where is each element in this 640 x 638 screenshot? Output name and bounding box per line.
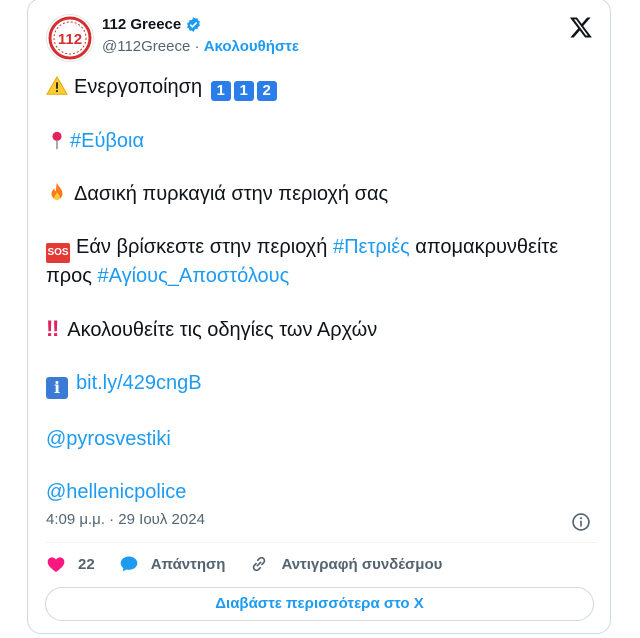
info-circle-icon[interactable] xyxy=(571,512,591,532)
link-icon xyxy=(253,556,266,572)
like-count: 22 xyxy=(78,555,95,573)
follow-button[interactable]: Ακολουθήστε xyxy=(204,38,299,55)
copy-link-label: Αντιγραφή συνδέσμου xyxy=(281,555,443,573)
like-button[interactable]: 22 xyxy=(46,554,95,574)
heart-icon xyxy=(47,557,65,572)
reply-label: Απάντηση xyxy=(150,555,226,573)
handle-row: @112Greece · Ακολουθήστε xyxy=(102,38,299,55)
account-handle[interactable]: @112Greece xyxy=(102,38,190,55)
x-logo-icon[interactable] xyxy=(569,15,593,39)
reply-bubble-icon xyxy=(120,556,138,572)
mention-hellenicpolice[interactable]: @hellenicpolice xyxy=(46,481,186,503)
keycap-2: 2 xyxy=(256,81,277,101)
account-name[interactable]: 112 Greece xyxy=(102,16,181,33)
double-exclamation-icon: ‼ xyxy=(46,316,60,341)
tweet-timestamp[interactable]: 4:09 μ.μ. · 29 Ιουλ 2024 xyxy=(46,511,205,528)
mention-pyrosvestiki[interactable]: @pyrosvestiki xyxy=(46,428,171,450)
tweet-line-evacuation: SOS Εάν βρίσκεστε στην περιοχή #Πετριές α… xyxy=(46,234,602,289)
hashtag-petries[interactable]: #Πετριές xyxy=(333,236,410,258)
sos-icon: SOS xyxy=(46,243,70,263)
keycap-1b: 1 xyxy=(233,81,254,101)
handle-separator: · xyxy=(190,38,204,55)
fire-text: Δασική πυρκαγιά στην περιοχή σας xyxy=(74,183,389,205)
keycap-1a: 1 xyxy=(210,81,231,101)
tweet-line-activation: Ενεργοποίηση 112 xyxy=(46,74,602,101)
tweet-body: Ενεργοποίηση 112 #Εύβοια Δασική πυρκαγιά… xyxy=(46,74,602,532)
reply-button[interactable]: Απάντηση xyxy=(119,554,226,574)
evacuation-text-a: Εάν βρίσκεστε στην περιοχή xyxy=(76,236,333,258)
verified-badge-icon xyxy=(187,17,201,32)
copy-link-button[interactable]: Αντιγραφή συνδέσμου xyxy=(249,554,442,574)
tweet-line-mention1: @pyrosvestiki xyxy=(46,426,602,452)
tweet-line-instructions: ‼ Ακολουθείτε τις οδηγίες των Αρχών xyxy=(46,316,602,343)
action-bar: 22 Απάντηση Αντιγραφή συνδέσμου xyxy=(46,554,442,574)
read-more-button[interactable]: Διαβάστε περισσότερα στο X xyxy=(45,587,594,621)
avatar[interactable]: 112 xyxy=(46,14,94,62)
hashtag-evia[interactable]: #Εύβοια xyxy=(70,130,144,152)
information-icon: i xyxy=(46,377,68,399)
activation-text: Ενεργοποίηση xyxy=(74,76,203,98)
tweet-line-link: i bit.ly/429cngB xyxy=(46,370,602,399)
short-link[interactable]: bit.ly/429cngB xyxy=(76,372,202,394)
tweet-line-mention2: @hellenicpolice xyxy=(46,479,602,505)
divider xyxy=(46,542,597,543)
avatar-text: 112 xyxy=(58,31,82,48)
account-name-row[interactable]: 112 Greece xyxy=(102,16,202,33)
instructions-text: Ακολουθείτε τις οδηγίες των Αρχών xyxy=(67,319,378,341)
tweet-line-fire: Δασική πυρκαγιά στην περιοχή σας xyxy=(46,181,602,207)
fire-icon xyxy=(51,182,63,201)
tweet-line-location: #Εύβοια xyxy=(46,128,602,154)
avatar-logo: 112 xyxy=(48,16,92,60)
warning-icon xyxy=(46,75,68,95)
hashtag-agious-apostolous[interactable]: #Αγίους_Αποστόλους xyxy=(98,265,290,287)
pushpin-icon xyxy=(52,131,62,150)
